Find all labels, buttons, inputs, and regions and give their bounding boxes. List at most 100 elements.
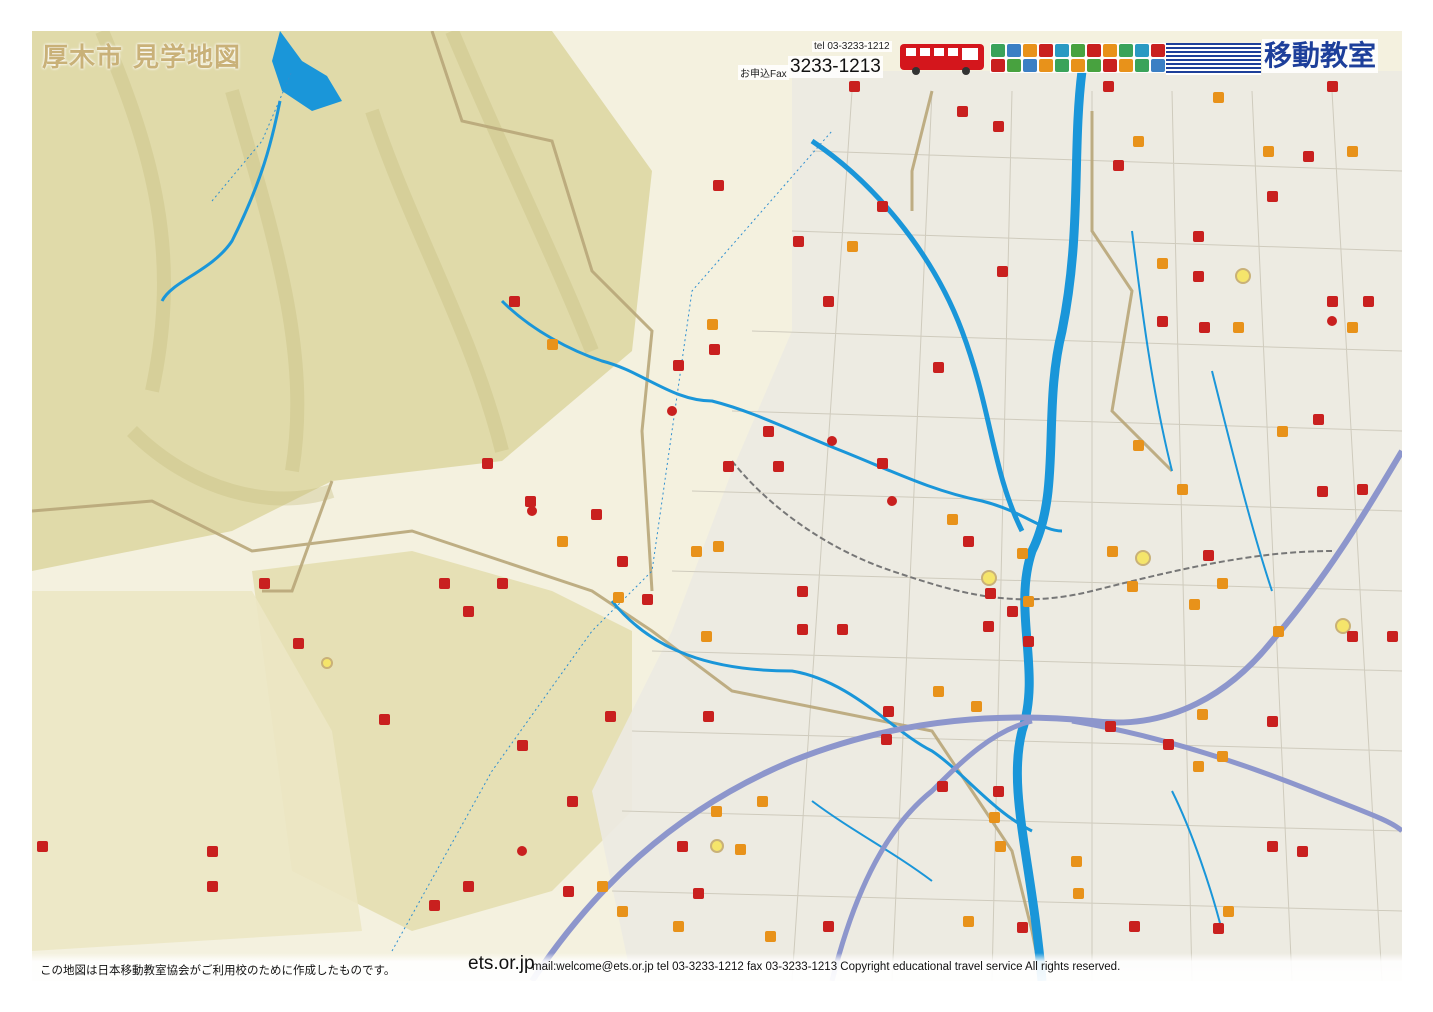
temple-icon[interactable] — [793, 236, 804, 247]
temple-icon[interactable] — [797, 586, 808, 597]
temple-icon[interactable] — [963, 536, 974, 547]
shrine-dot-icon[interactable] — [667, 406, 677, 416]
temple-icon[interactable] — [525, 496, 536, 507]
temple-icon[interactable] — [877, 201, 888, 212]
temple-icon[interactable] — [37, 841, 48, 852]
temple-icon[interactable] — [293, 638, 304, 649]
facility-icon[interactable] — [1073, 888, 1084, 899]
temple-icon[interactable] — [207, 881, 218, 892]
facility-icon[interactable] — [847, 241, 858, 252]
temple-icon[interactable] — [1357, 484, 1368, 495]
facility-icon[interactable] — [557, 536, 568, 547]
temple-icon[interactable] — [1327, 81, 1338, 92]
facility-icon[interactable] — [713, 541, 724, 552]
facility-icon[interactable] — [1193, 761, 1204, 772]
shrine-dot-icon[interactable] — [517, 846, 527, 856]
temple-icon[interactable] — [703, 711, 714, 722]
facility-icon[interactable] — [673, 921, 684, 932]
facility-icon[interactable] — [1133, 440, 1144, 451]
temple-icon[interactable] — [933, 362, 944, 373]
temple-icon[interactable] — [881, 734, 892, 745]
facility-icon[interactable] — [735, 844, 746, 855]
temple-icon[interactable] — [1113, 160, 1124, 171]
temple-icon[interactable] — [379, 714, 390, 725]
temple-icon[interactable] — [877, 458, 888, 469]
temple-icon[interactable] — [957, 106, 968, 117]
temple-icon[interactable] — [723, 461, 734, 472]
facility-icon[interactable] — [971, 701, 982, 712]
facility-icon[interactable] — [1273, 626, 1284, 637]
landmark-south[interactable] — [710, 839, 724, 853]
temple-icon[interactable] — [567, 796, 578, 807]
temple-icon[interactable] — [1297, 846, 1308, 857]
facility-icon[interactable] — [1107, 546, 1118, 557]
temple-icon[interactable] — [1267, 716, 1278, 727]
temple-icon[interactable] — [1327, 296, 1338, 307]
facility-icon[interactable] — [597, 881, 608, 892]
temple-icon[interactable] — [823, 296, 834, 307]
temple-icon[interactable] — [259, 578, 270, 589]
facility-icon[interactable] — [1213, 92, 1224, 103]
temple-icon[interactable] — [1267, 191, 1278, 202]
temple-icon[interactable] — [207, 846, 218, 857]
facility-icon[interactable] — [1277, 426, 1288, 437]
temple-icon[interactable] — [797, 624, 808, 635]
facility-icon[interactable] — [1133, 136, 1144, 147]
map-canvas[interactable] — [32, 31, 1402, 981]
facility-icon[interactable] — [701, 631, 712, 642]
temple-icon[interactable] — [983, 621, 994, 632]
temple-icon[interactable] — [463, 606, 474, 617]
temple-icon[interactable] — [883, 706, 894, 717]
temple-icon[interactable] — [773, 461, 784, 472]
facility-icon[interactable] — [1177, 484, 1188, 495]
shrine-dot-icon[interactable] — [1327, 316, 1337, 326]
temple-icon[interactable] — [1313, 414, 1324, 425]
facility-icon[interactable] — [1189, 599, 1200, 610]
facility-icon[interactable] — [691, 546, 702, 557]
temple-icon[interactable] — [993, 121, 1004, 132]
temple-icon[interactable] — [463, 881, 474, 892]
temple-icon[interactable] — [709, 344, 720, 355]
shrine-dot-icon[interactable] — [527, 506, 537, 516]
temple-icon[interactable] — [1007, 606, 1018, 617]
temple-icon[interactable] — [1157, 316, 1168, 327]
facility-icon[interactable] — [1233, 322, 1244, 333]
facility-icon[interactable] — [613, 592, 624, 603]
temple-icon[interactable] — [849, 81, 860, 92]
temple-icon[interactable] — [1267, 841, 1278, 852]
temple-icon[interactable] — [997, 266, 1008, 277]
temple-icon[interactable] — [1213, 923, 1224, 934]
facility-icon[interactable] — [933, 686, 944, 697]
temple-icon[interactable] — [1163, 739, 1174, 750]
temple-icon[interactable] — [677, 841, 688, 852]
facility-icon[interactable] — [711, 806, 722, 817]
facility-icon[interactable] — [757, 796, 768, 807]
temple-icon[interactable] — [563, 886, 574, 897]
shrine-dot-icon[interactable] — [887, 496, 897, 506]
temple-icon[interactable] — [1193, 271, 1204, 282]
shrine-dot-icon[interactable] — [827, 436, 837, 446]
landmark-station[interactable] — [981, 570, 997, 586]
facility-icon[interactable] — [989, 812, 1000, 823]
temple-icon[interactable] — [1105, 721, 1116, 732]
landmark-honatsugi[interactable] — [1135, 550, 1151, 566]
temple-icon[interactable] — [1199, 322, 1210, 333]
map-frame[interactable]: 厚木市 見学地図 tel 03-3233-1212 お申込Fax 3233-12… — [32, 31, 1402, 981]
temple-icon[interactable] — [1017, 922, 1028, 933]
temple-icon[interactable] — [1023, 636, 1034, 647]
temple-icon[interactable] — [1193, 231, 1204, 242]
temple-icon[interactable] — [439, 578, 450, 589]
facility-icon[interactable] — [1157, 258, 1168, 269]
footer-site-link[interactable]: ets.or.jp — [468, 953, 535, 975]
facility-icon[interactable] — [1197, 709, 1208, 720]
facility-icon[interactable] — [1071, 856, 1082, 867]
facility-icon[interactable] — [995, 841, 1006, 852]
facility-icon[interactable] — [1127, 581, 1138, 592]
facility-icon[interactable] — [1017, 548, 1028, 559]
temple-icon[interactable] — [1347, 631, 1358, 642]
temple-icon[interactable] — [591, 509, 602, 520]
facility-icon[interactable] — [947, 514, 958, 525]
facility-icon[interactable] — [1223, 906, 1234, 917]
temple-icon[interactable] — [509, 296, 520, 307]
temple-icon[interactable] — [517, 740, 528, 751]
